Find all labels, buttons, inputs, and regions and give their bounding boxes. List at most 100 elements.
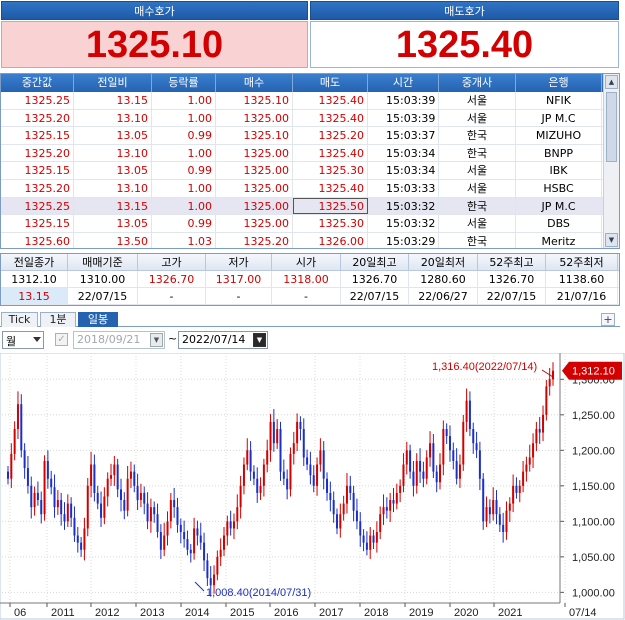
col-header: 52주최고 — [478, 254, 546, 270]
table-cell: HSBC — [516, 179, 602, 197]
candle-body — [359, 521, 362, 536]
table-row[interactable]: 1325.60 13.50 1.03 1325.20 1326.00 15:03:29 한국… — [1, 232, 619, 248]
date-from-field[interactable]: 2018/09/21 ▼ — [73, 331, 165, 349]
table-cell: 1280.60 — [409, 271, 478, 287]
candle-body — [306, 457, 309, 465]
candlestick-chart[interactable]: 1,300.001,250.001,200.001,150.001,100.00… — [0, 353, 625, 620]
table-cell: Meritz — [516, 232, 602, 248]
candle-body — [412, 471, 415, 486]
tab-daily[interactable]: 일봉 — [78, 312, 118, 327]
table-row[interactable]: 1325.25 13.15 1.00 1325.10 1325.40 15:03:39 서울… — [1, 92, 619, 110]
add-tab-icon[interactable]: + — [601, 313, 615, 326]
col-header: 시가 — [272, 254, 341, 270]
col-header[interactable]: 시간 — [368, 74, 439, 92]
candle-body — [186, 539, 189, 550]
tab-tick[interactable]: Tick — [1, 312, 38, 327]
date-to-field[interactable]: 2022/07/14 ▼ — [178, 331, 268, 349]
col-header[interactable]: 전일비 — [74, 74, 152, 92]
table-cell: 0.99 — [152, 215, 216, 232]
col-header: 고가 — [138, 254, 206, 270]
table-cell: 1325.25 — [1, 197, 74, 215]
candle-body — [465, 400, 468, 422]
candle-body — [269, 421, 272, 451]
period-select[interactable]: 월 — [2, 331, 44, 349]
table-row[interactable]: 1325.15 13.05 0.99 1325.00 1325.30 15:03:32 서울… — [1, 215, 619, 233]
candle-body — [133, 471, 136, 486]
summary-row: 13.15 22/07/15- - -22/07/15 22/06/27 22/07/15… — [1, 288, 619, 305]
table-row[interactable]: 1325.25 13.15 1.00 1325.00 1325.50 15:03:32 한국… — [1, 197, 619, 216]
col-header[interactable]: 매도 — [293, 74, 368, 92]
candle-body — [123, 500, 126, 511]
table-cell: 1325.40 — [293, 109, 368, 127]
table-cell: 1310.00 — [68, 271, 138, 287]
table-cell: JP M.C — [516, 197, 602, 215]
table-cell: 13.05 — [74, 162, 152, 179]
candle-body — [113, 464, 116, 476]
candle-body — [129, 471, 132, 479]
candle-body — [498, 514, 501, 525]
scroll-up-icon[interactable]: ▲ — [605, 75, 618, 89]
table-row[interactable]: 1325.15 13.05 0.99 1325.00 1325.30 15:03:34 서울… — [1, 162, 619, 180]
candle-body — [126, 478, 129, 511]
candle-body — [385, 507, 388, 511]
candle-body — [419, 460, 422, 472]
calendar-icon[interactable]: ▼ — [150, 333, 163, 347]
col-header[interactable]: 중간값 — [1, 74, 74, 92]
chart-toolbar: 월 ✓ 2018/09/21 ▼ ~ 2022/07/14 ▼ — [0, 329, 620, 351]
candle-body — [256, 478, 259, 493]
candle-body — [505, 510, 508, 532]
table-cell: 1325.00 — [216, 162, 293, 179]
col-header[interactable]: 매수 — [216, 74, 293, 92]
table-cell: 1325.00 — [216, 179, 293, 197]
calendar-icon[interactable]: ▼ — [253, 333, 266, 347]
table-cell: 1325.00 — [216, 197, 293, 215]
x-tick-label: 2014 — [185, 607, 209, 619]
table-row[interactable]: 1325.20 13.10 1.00 1325.00 1325.40 15:03:39 서울… — [1, 109, 619, 128]
table-cell: NFIK — [516, 92, 602, 109]
x-tick-label: 2013 — [140, 607, 164, 619]
scroll-thumb[interactable] — [606, 92, 617, 162]
candle-body — [56, 500, 59, 508]
candle-body — [249, 450, 252, 472]
candle-body — [53, 487, 56, 508]
scroll-down-icon[interactable]: ▼ — [605, 233, 618, 247]
candle-body — [80, 542, 83, 550]
col-header[interactable]: 중개사 — [439, 74, 516, 92]
candle-body — [525, 464, 528, 472]
tab-1min[interactable]: 1분 — [40, 312, 76, 327]
col-header[interactable]: 은행 — [516, 74, 602, 92]
candle-body — [286, 478, 289, 490]
date-range-checkbox[interactable]: ✓ — [55, 333, 68, 346]
table-cell: BNPP — [516, 144, 602, 162]
table-cell: 15:03:34 — [368, 144, 439, 162]
candle-body — [548, 379, 551, 387]
candle-body — [276, 429, 279, 444]
candle-body — [143, 492, 146, 504]
candle-body — [309, 464, 312, 476]
candle-body — [342, 503, 345, 515]
candle-body — [326, 478, 329, 493]
quote-table-header: 중간값 전일비 등락률 매수 매도 시간 중개사 은행 — [1, 74, 619, 92]
table-cell: 1326.00 — [293, 232, 368, 248]
candle-body — [435, 471, 438, 483]
candle-body — [538, 429, 541, 433]
table-row[interactable]: 1325.15 13.05 0.99 1325.10 1325.20 15:03:37 한국… — [1, 127, 619, 145]
candle-body — [312, 475, 315, 486]
price-chart[interactable]: 1,300.00 1,250.00 1,200.00 1,150.00 1,100.00… — [0, 353, 625, 620]
table-cell: - — [272, 288, 341, 304]
x-tick-label: 2018 — [364, 607, 388, 619]
candle-body — [259, 485, 262, 493]
table-row[interactable]: 1325.20 13.10 1.00 1325.00 1325.40 15:03:33 서울… — [1, 179, 619, 198]
col-header[interactable]: 등락률 — [152, 74, 216, 92]
candle-body — [379, 514, 382, 532]
table-row[interactable]: 1325.20 13.10 1.00 1325.00 1325.40 15:03:34 한국… — [1, 144, 619, 163]
candle-body — [339, 514, 342, 529]
table-cell: 1325.20 — [1, 144, 74, 162]
candle-body — [439, 464, 442, 483]
candle-body — [199, 535, 202, 543]
table-cell: 15:03:37 — [368, 127, 439, 144]
scrollbar[interactable]: ▲ ▼ — [603, 74, 619, 248]
candle-body — [110, 475, 113, 479]
candle-body — [136, 485, 139, 501]
table-cell: 한국 — [439, 144, 516, 162]
